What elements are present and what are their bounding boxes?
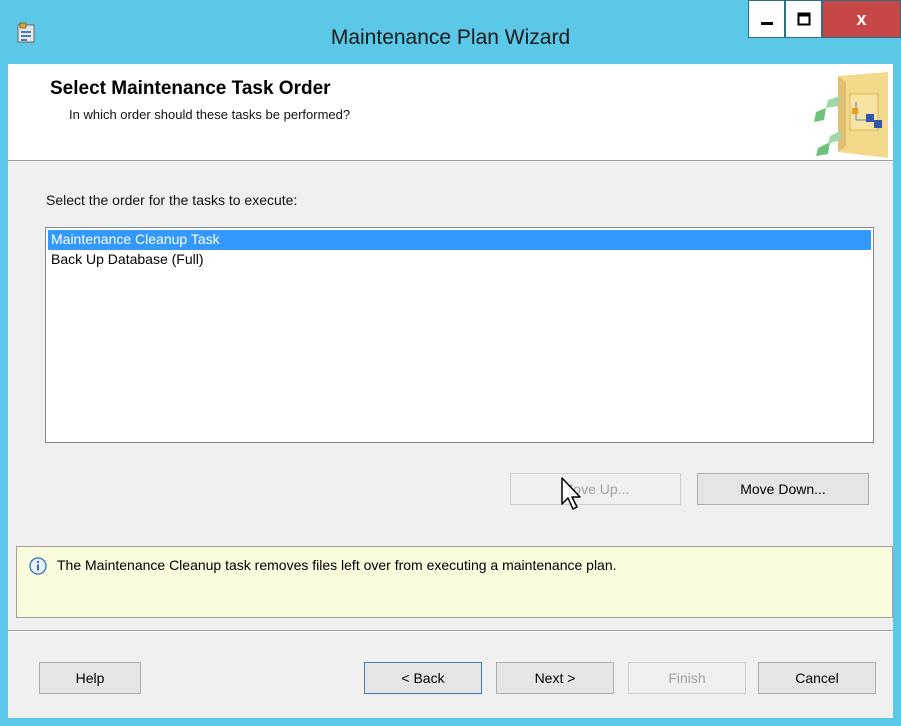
list-item[interactable]: Maintenance Cleanup Task [48,230,871,250]
close-icon: x [856,8,867,29]
wizard-window: Maintenance Plan Wizard x Select Mainten… [0,0,901,726]
help-button[interactable]: Help [39,662,141,694]
minimize-icon [760,22,773,25]
mouse-cursor-icon [561,477,581,510]
move-down-button[interactable]: Move Down... [697,473,869,505]
wizard-header: Select Maintenance Task Order In which o… [8,64,893,161]
cancel-button[interactable]: Cancel [758,662,876,694]
page-subtitle: In which order should these tasks be per… [69,107,351,122]
task-order-list[interactable]: Maintenance Cleanup Task Back Up Databas… [45,227,874,443]
instruction-label: Select the order for the tasks to execut… [46,192,298,208]
page-title: Select Maintenance Task Order [50,78,331,99]
info-panel: The Maintenance Cleanup task removes fil… [16,546,893,618]
footer-divider [8,630,893,632]
maximize-button[interactable] [785,0,822,38]
back-button[interactable]: < Back [364,662,482,694]
minimize-button[interactable] [748,0,785,38]
finish-button[interactable]: Finish [628,662,746,694]
next-button[interactable]: Next > [496,662,614,694]
close-button[interactable]: x [822,0,901,38]
info-icon [29,557,47,575]
maximize-icon [797,12,810,26]
title-bar[interactable]: Maintenance Plan Wizard x [0,0,901,64]
move-up-button[interactable]: Move Up... [510,473,681,505]
wizard-banner-icon [814,72,888,158]
info-text: The Maintenance Cleanup task removes fil… [57,557,617,573]
wizard-content: Select Maintenance Task Order In which o… [8,64,893,718]
list-item[interactable]: Back Up Database (Full) [48,250,871,270]
